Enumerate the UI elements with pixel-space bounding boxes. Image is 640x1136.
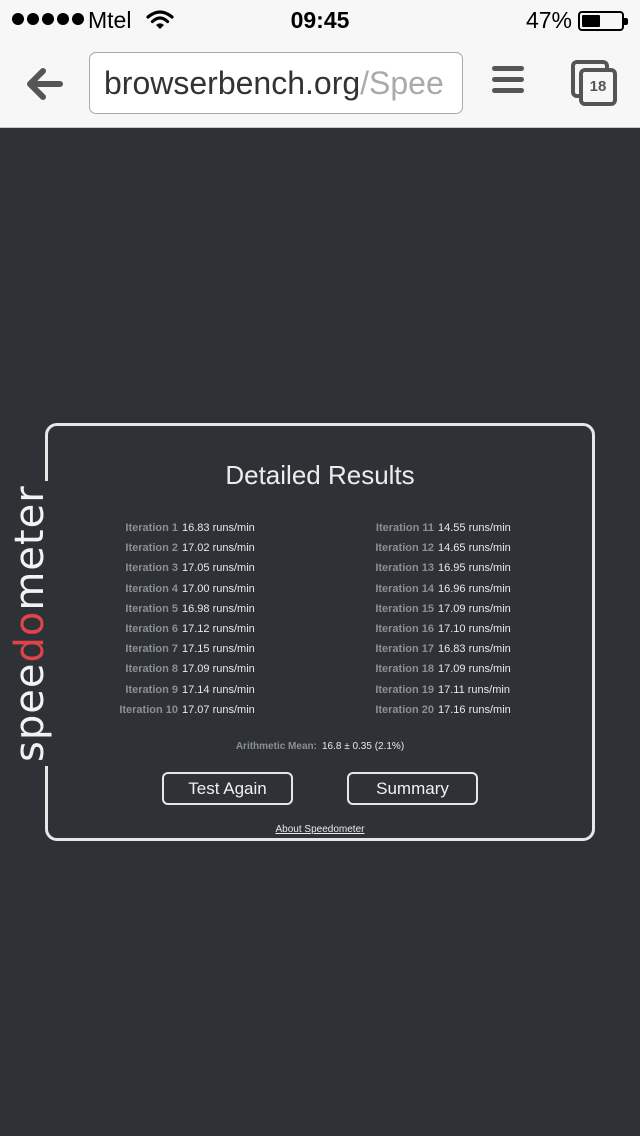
iteration-row: Iteration 11 14.55 runs/min (304, 518, 584, 538)
iteration-row: Iteration 3 17.05 runs/min (48, 558, 328, 578)
iteration-row: Iteration 13 16.95 runs/min (304, 558, 584, 578)
iteration-label: Iteration 10 (119, 703, 178, 716)
iteration-row: Iteration 2 17.02 runs/min (48, 538, 328, 558)
iteration-row: Iteration 17 16.83 runs/min (304, 639, 584, 659)
results-heading: Detailed Results (225, 460, 415, 490)
iteration-value: 17.07 runs/min (182, 703, 255, 716)
url-host: browserbench.org (104, 65, 361, 101)
back-arrow-icon (27, 68, 63, 100)
iteration-label: Iteration 3 (125, 562, 178, 575)
iteration-value: 17.05 runs/min (182, 562, 255, 575)
mean-label: Arithmetic Mean: (235, 741, 317, 752)
url-path: /Spee (360, 65, 444, 101)
iteration-row: Iteration 1 16.83 runs/min (48, 518, 328, 538)
iteration-value: 17.09 runs/min (438, 602, 511, 615)
iteration-label: Iteration 6 (125, 622, 178, 635)
iteration-value: 17.09 runs/min (438, 663, 511, 676)
iteration-label: Iteration 1 (125, 522, 178, 534)
iteration-label: Iteration 15 (375, 602, 434, 615)
iteration-label: Iteration 8 (125, 663, 178, 676)
iteration-value: 16.98 runs/min (182, 602, 255, 615)
iteration-value: 17.02 runs/min (182, 542, 255, 555)
summary-button[interactable]: Summary (347, 772, 478, 805)
iteration-label: Iteration 16 (375, 622, 434, 635)
iteration-label: Iteration 14 (375, 582, 434, 595)
back-button[interactable] (22, 62, 66, 106)
iteration-value: 17.14 runs/min (182, 683, 255, 696)
address-bar[interactable]: browserbench.org/Spee (89, 52, 463, 114)
battery-icon (578, 11, 628, 31)
iteration-label: Iteration 20 (375, 703, 434, 716)
test-again-button[interactable]: Test Again (162, 772, 293, 805)
tab-count: 18 (579, 68, 617, 106)
iteration-value: 17.09 runs/min (182, 663, 255, 676)
iteration-value: 16.96 runs/min (438, 582, 511, 595)
iteration-value: 17.11 runs/min (438, 683, 510, 696)
iteration-row: Iteration 20 17.16 runs/min (304, 700, 584, 720)
iteration-label: Iteration 13 (375, 562, 434, 575)
iteration-row: Iteration 8 17.09 runs/min (48, 659, 328, 679)
iteration-label: Iteration 5 (125, 602, 178, 615)
iteration-row: Iteration 9 17.14 runs/min (48, 680, 328, 700)
menu-button[interactable] (492, 66, 524, 100)
battery-percent: 47% (525, 7, 572, 33)
iteration-row: Iteration 12 14.65 runs/min (304, 538, 584, 558)
iteration-row: Iteration 18 17.09 runs/min (304, 659, 584, 679)
iteration-row: Iteration 7 17.15 runs/min (48, 639, 328, 659)
iteration-value: 17.00 runs/min (182, 582, 255, 595)
iteration-row: Iteration 16 17.10 runs/min (304, 619, 584, 639)
iteration-value: 16.95 runs/min (438, 562, 511, 575)
iteration-row: Iteration 15 17.09 runs/min (304, 599, 584, 619)
iteration-row: Iteration 5 16.98 runs/min (48, 599, 328, 619)
iteration-value: 17.15 runs/min (182, 643, 255, 656)
hamburger-menu-icon (492, 66, 524, 93)
iteration-row: Iteration 19 17.11 runs/min (304, 680, 584, 700)
iteration-value: 17.12 runs/min (182, 622, 255, 635)
arithmetic-mean: Arithmetic Mean: 16.8 ± 0.35 (2.1%) (48, 741, 592, 752)
iterations-column-right: Iteration 11 14.55 runs/min Iteration 12 1… (304, 518, 584, 720)
browser-toolbar: browserbench.org/Spee 18 (0, 40, 640, 128)
iteration-label: Iteration 17 (375, 643, 434, 656)
iteration-value: 17.10 runs/min (438, 622, 511, 635)
status-bar: Mtel 09:45 47% (0, 0, 640, 40)
iterations-column-left: Iteration 1 16.83 runs/min Iteration 2 17.… (48, 518, 328, 720)
iteration-label: Iteration 2 (125, 542, 178, 555)
iteration-label: Iteration 4 (125, 582, 178, 595)
speedometer-logo: speedometer (7, 481, 53, 766)
iteration-label: Iteration 9 (125, 683, 178, 696)
iteration-row: Iteration 6 17.12 runs/min (48, 619, 328, 639)
iteration-value: 16.83 runs/min (182, 522, 255, 534)
iteration-row: Iteration 10 17.07 runs/min (48, 700, 328, 720)
results-panel: Detailed Results Iteration 1 16.83 runs/m… (45, 423, 595, 841)
iteration-row: Iteration 4 17.00 runs/min (48, 579, 328, 599)
iteration-value: 14.55 runs/min (438, 522, 511, 534)
logo-text-start: spee (7, 662, 53, 762)
logo-text-end: meter (7, 485, 53, 611)
about-speedometer-link[interactable]: About Speedometer (48, 824, 592, 835)
iteration-value: 16.83 runs/min (438, 643, 511, 656)
logo-text-highlight: do (7, 610, 53, 663)
mean-value: 16.8 ± 0.35 (2.1%) (321, 741, 405, 752)
tabs-button[interactable]: 18 (571, 60, 619, 108)
iteration-value: 17.16 runs/min (438, 703, 511, 716)
iteration-label: Iteration 11 (375, 522, 434, 534)
iteration-label: Iteration 18 (375, 663, 434, 676)
iteration-label: Iteration 7 (125, 643, 178, 656)
iteration-value: 14.65 runs/min (438, 542, 511, 555)
iteration-label: Iteration 12 (375, 542, 434, 555)
iteration-row: Iteration 14 16.96 runs/min (304, 579, 584, 599)
iteration-label: Iteration 19 (375, 683, 434, 696)
